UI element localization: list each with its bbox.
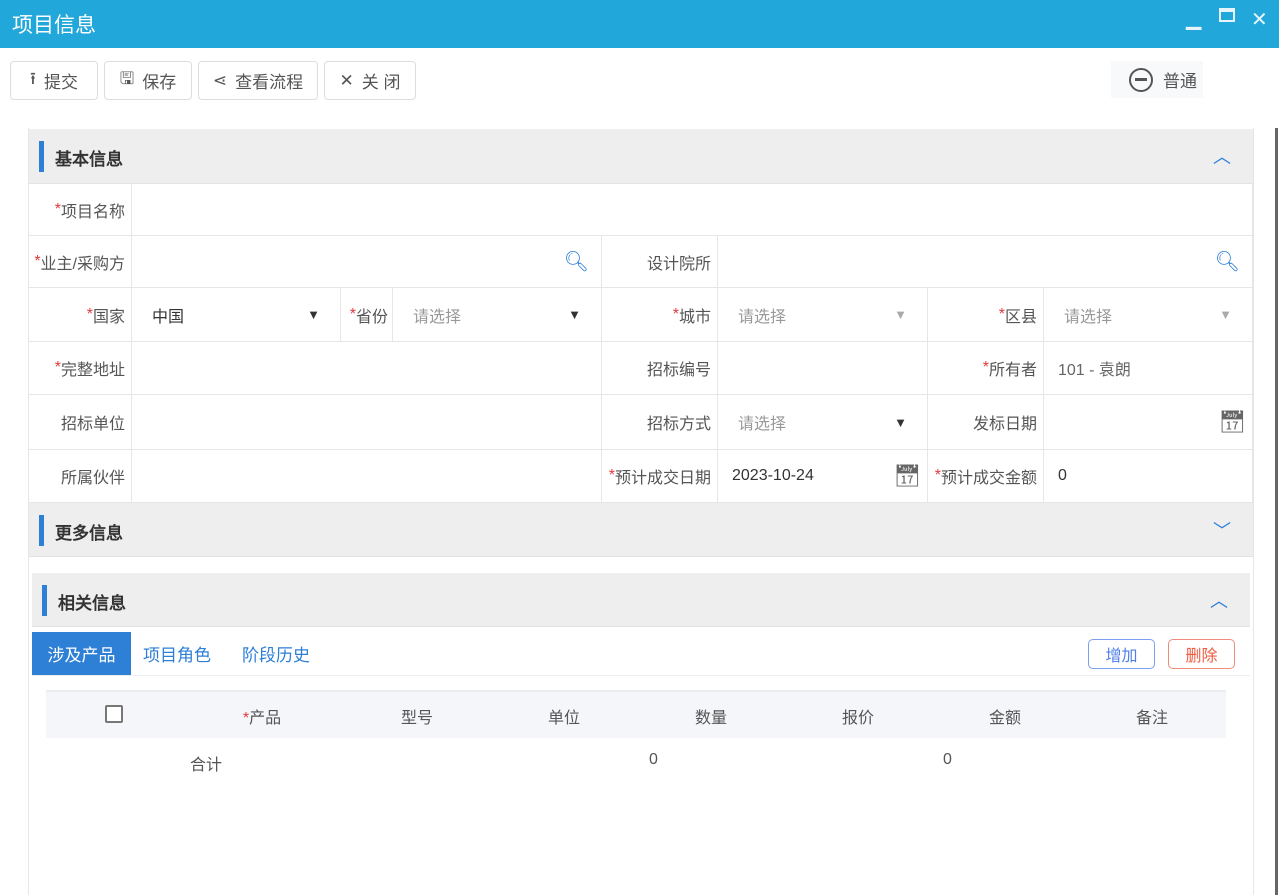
submit-button[interactable]: ⭱ 提交 [10, 61, 98, 100]
bid-no-label: 招标编号 [602, 342, 718, 395]
tab-divider [32, 675, 1250, 676]
full-address-label: *完整地址 [29, 342, 132, 395]
chevron-up-icon[interactable]: ︿ [1210, 587, 1228, 613]
column-remark[interactable]: 备注 [1102, 704, 1202, 728]
bid-no-input[interactable] [718, 342, 928, 395]
country-label: *国家 [29, 288, 132, 342]
district-select[interactable]: 请选择▼ [1044, 288, 1253, 342]
title-bar: 项目信息 ▁ ✕ [0, 0, 1279, 48]
save-icon: 🖫 [120, 66, 134, 95]
city-select[interactable]: 请选择▼ [718, 288, 928, 342]
column-model[interactable]: 型号 [367, 704, 467, 728]
city-label: *城市 [602, 288, 718, 342]
upload-icon: ⭱ [30, 66, 36, 95]
design-institute-label: 设计院所 [602, 236, 718, 288]
section-title: 基本信息 [55, 145, 123, 170]
minus-circle-icon [1129, 68, 1153, 92]
column-amount[interactable]: 金额 [955, 704, 1055, 728]
section-title: 更多信息 [55, 519, 123, 544]
column-unit[interactable]: 单位 [514, 704, 614, 728]
minimize-icon[interactable]: ▁ [1186, 6, 1201, 31]
expected-amount-input[interactable]: 0 [1044, 450, 1253, 503]
submit-label: 提交 [44, 68, 78, 93]
save-button[interactable]: 🖫 保存 [104, 61, 192, 100]
window-title: 项目信息 [12, 9, 96, 39]
priority-label: 普通 [1163, 67, 1197, 92]
total-label: 合计 [190, 751, 222, 775]
chevron-down-icon[interactable]: ﹀ [1213, 517, 1231, 543]
bid-date-input[interactable]: 📅︎ [1044, 395, 1253, 450]
dropdown-arrow-icon: ▼ [894, 307, 907, 322]
close-label: 关 闭 [362, 68, 401, 93]
save-label: 保存 [142, 68, 176, 93]
owner-value: 101 - 袁朗 [1044, 342, 1253, 395]
share-icon: ⋖ [213, 71, 227, 91]
design-institute-input[interactable]: 🔍︎ [718, 236, 1253, 288]
expected-date-input[interactable]: 2023-10-24📅︎ [718, 450, 928, 503]
total-amount: 0 [943, 751, 952, 769]
section-related-info[interactable]: 相关信息 ︿ [32, 573, 1250, 627]
close-window-icon[interactable]: ✕ [1251, 7, 1268, 32]
tab-project-roles[interactable]: 项目角色 [131, 632, 223, 675]
project-name-label: *项目名称 [29, 184, 132, 236]
search-icon[interactable]: 🔍︎ [564, 249, 589, 274]
total-quantity: 0 [649, 751, 658, 769]
search-icon[interactable]: 🔍︎ [1215, 249, 1240, 274]
owner-label: *所有者 [928, 342, 1044, 395]
partner-label: 所属伙伴 [29, 450, 132, 503]
dropdown-arrow-icon: ▼ [307, 307, 320, 322]
view-flow-label: 查看流程 [235, 68, 303, 93]
bid-unit-label: 招标单位 [29, 395, 132, 450]
select-all-checkbox[interactable] [105, 705, 123, 723]
dropdown-arrow-icon: ▼ [894, 415, 907, 430]
calendar-icon[interactable]: 📅︎ [893, 463, 921, 489]
view-flow-button[interactable]: ⋖ 查看流程 [198, 61, 318, 100]
priority-indicator[interactable]: 普通 [1111, 61, 1203, 98]
province-label: *省份 [341, 288, 393, 342]
calendar-icon[interactable]: 📅︎ [1218, 409, 1246, 435]
section-more-info[interactable]: 更多信息 ﹀ [29, 503, 1253, 557]
expected-date-label: *预计成交日期 [602, 450, 718, 503]
close-button[interactable]: ✕ 关 闭 [324, 61, 416, 100]
expected-amount-label: *预计成交金额 [928, 450, 1044, 503]
project-name-input[interactable] [132, 184, 1253, 236]
section-marker [39, 515, 44, 546]
column-quantity[interactable]: 数量 [661, 704, 761, 728]
section-marker [42, 585, 47, 616]
country-select[interactable]: 中国▼ [132, 288, 341, 342]
add-button[interactable]: 增加 [1088, 639, 1155, 669]
delete-button[interactable]: 删除 [1168, 639, 1235, 669]
dropdown-arrow-icon: ▼ [568, 307, 581, 322]
bid-date-label: 发标日期 [928, 395, 1044, 450]
tab-stage-history[interactable]: 阶段历史 [230, 632, 322, 675]
province-select[interactable]: 请选择▼ [393, 288, 602, 342]
full-address-input[interactable] [132, 342, 602, 395]
column-quote[interactable]: 报价 [808, 704, 908, 728]
chevron-up-icon[interactable]: ︿ [1213, 143, 1231, 169]
section-marker [39, 141, 44, 172]
section-basic-info[interactable]: 基本信息 ︿ [29, 129, 1253, 184]
bid-unit-input[interactable] [132, 395, 602, 450]
scrollbar[interactable] [1275, 128, 1278, 895]
partner-input[interactable] [132, 450, 602, 503]
maximize-icon[interactable] [1219, 8, 1235, 22]
owner-buyer-label: *业主/采购方 [29, 236, 132, 288]
close-icon: ✕ [340, 71, 354, 91]
bid-method-label: 招标方式 [602, 395, 718, 450]
dropdown-arrow-icon: ▼ [1219, 307, 1232, 322]
owner-buyer-input[interactable]: 🔍︎ [132, 236, 602, 288]
district-label: *区县 [928, 288, 1044, 342]
tab-products[interactable]: 涉及产品 [32, 632, 131, 675]
bid-method-select[interactable]: 请选择▼ [718, 395, 928, 450]
column-product[interactable]: *产品 [212, 704, 312, 728]
section-title: 相关信息 [58, 589, 126, 614]
